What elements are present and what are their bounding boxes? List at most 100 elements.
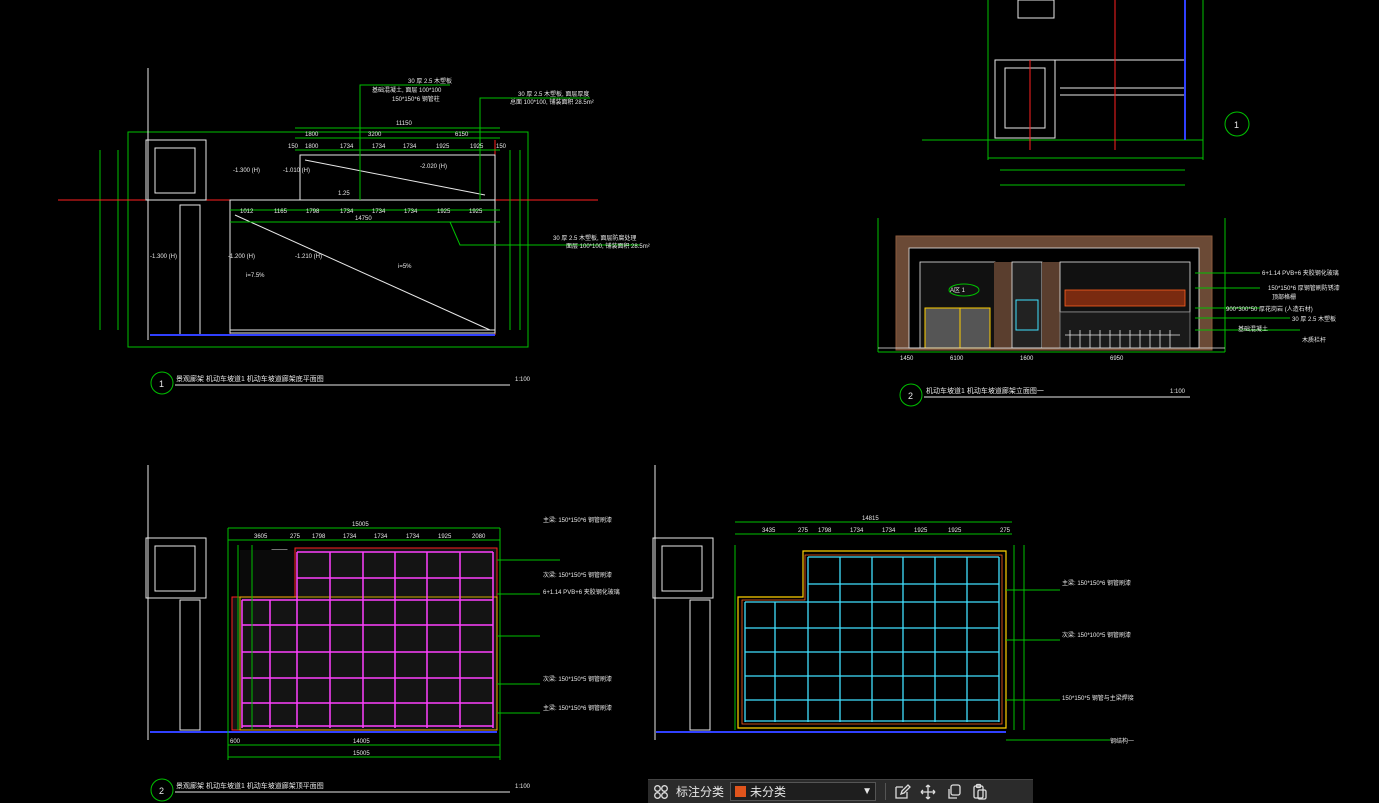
level-1: -1.300 (H) xyxy=(233,168,260,174)
elev-note-3: 顶部格栅 xyxy=(1272,293,1296,301)
note-top-4: 30 厚 2.5 木塑板, 面层厚度 xyxy=(518,90,589,98)
note-top-2: 基础混凝土, 面层 100*100 xyxy=(372,86,442,94)
roof-dim-e: 1734 xyxy=(374,534,388,540)
title-2-scale: 1:100 xyxy=(1170,389,1186,395)
struct-dim-c: 1798 xyxy=(818,528,832,534)
edit-icon[interactable] xyxy=(889,780,915,803)
chevron-down-icon: ▼ xyxy=(862,786,872,797)
elev-dim-c: 1600 xyxy=(1020,356,1034,362)
dim-overall: 11150 xyxy=(396,121,412,127)
title-1-text: 景观廊架 机动车坡道1 机动车坡道廊架底平面图 xyxy=(176,374,324,383)
dim-f: 1734 xyxy=(340,144,354,150)
toolbar-divider xyxy=(885,783,887,800)
roof-dim-f: 1734 xyxy=(406,534,420,540)
slope-1: i=7.5% xyxy=(246,273,265,279)
struct-note-2: 次梁: 150*100*5 钢管刷漆 xyxy=(1062,631,1131,639)
paste-icon[interactable] xyxy=(967,780,993,803)
struct-dim-b: 275 xyxy=(798,528,809,534)
struct-dim-f: 1925 xyxy=(914,528,928,534)
roof-dim-bottom1: 14005 xyxy=(353,739,370,745)
level-3: -2.020 (H) xyxy=(420,164,447,170)
note-top-1: 30 厚 2.5 木塑板 xyxy=(408,77,452,85)
category-color-swatch xyxy=(735,786,747,797)
category-select[interactable]: 未分类 ▼ xyxy=(730,782,877,801)
roof-note-3: 6+1.14 PVB+6 夹胶钢化玻璃 xyxy=(543,588,620,596)
elev-mark: A区 1 xyxy=(950,287,966,294)
cad-drawing-canvas[interactable]: 11150 1800 3200 6150 150 1800 1734 1734 … xyxy=(0,0,1379,802)
elev-note-7: 木质栏杆 xyxy=(1302,336,1326,344)
elev-note-1: 6+1.14 PVB+6 夹胶钢化玻璃 xyxy=(1262,269,1339,277)
dim-mid-g: 1925 xyxy=(437,209,451,215)
dim-h: 1734 xyxy=(403,144,417,150)
annotation-toolbar: 标注分类 未分类 ▼ xyxy=(648,779,1033,803)
dim-b: 3200 xyxy=(368,132,382,138)
level-4: -1.300 (H) xyxy=(150,254,177,260)
roof-dim-d: 1734 xyxy=(343,534,357,540)
dim-d: 150 xyxy=(288,144,299,150)
struct-dim-h: 275 xyxy=(1000,528,1011,534)
dim-mid-a: 1012 xyxy=(240,209,254,215)
struct-note-4: 钢结构一 xyxy=(1110,737,1134,745)
dim-c: 6150 xyxy=(455,132,469,138)
dim-mid-overall: 14750 xyxy=(355,216,372,222)
level-6: -1.210 (H) xyxy=(295,254,322,260)
roof-dim-g: 1925 xyxy=(438,534,452,540)
struct-dim-a: 3435 xyxy=(762,528,776,534)
roof-dim-overall: 15005 xyxy=(352,522,369,528)
elev-dim-b: 6100 xyxy=(950,356,964,362)
roof-note-2: 次梁: 150*150*5 钢管刷漆 xyxy=(543,571,612,579)
note-right-1: 30 厚 2.5 木塑板, 面层防腐处理 xyxy=(553,234,636,242)
dim-j: 1925 xyxy=(470,144,484,150)
roof-dim-c: 1798 xyxy=(312,534,326,540)
grid-icon[interactable] xyxy=(648,780,674,803)
dim-e: 1800 xyxy=(305,144,319,150)
dim-i: 1925 xyxy=(436,144,450,150)
dim-g: 1734 xyxy=(372,144,386,150)
roof-dim-bottom2: 15005 xyxy=(353,751,370,757)
title-2-number: 2 xyxy=(908,391,913,401)
dim-mid-f: 1734 xyxy=(404,209,418,215)
title-3-scale: 1:100 xyxy=(515,784,531,790)
struct-dim-overall: 14815 xyxy=(862,516,879,522)
struct-note-1: 主梁: 150*150*6 钢管刷漆 xyxy=(1062,579,1131,587)
dim-k: 150 xyxy=(496,144,507,150)
title-3-number: 2 xyxy=(159,786,164,796)
note-right-2: 面层 100*100, 铺装面积 28.5m² xyxy=(566,242,650,250)
title-1-number: 1 xyxy=(159,379,164,389)
roof-dim-left: 600 xyxy=(230,739,241,745)
struct-note-3: 150*150*5 钢管与主梁焊接 xyxy=(1062,694,1134,702)
slope-2: i=5% xyxy=(398,264,412,270)
copy-icon[interactable] xyxy=(941,780,967,803)
title-3-text: 景观廊架 机动车坡道1 机动车坡道廊架顶平面图 xyxy=(176,781,324,790)
title-4-number: 1 xyxy=(1234,120,1239,130)
elev-note-4: 900*300*50 厚花岗岩 (人造石材) xyxy=(1226,305,1313,313)
annotation-category-label: 标注分类 xyxy=(676,785,725,799)
slope-3: 1.25 xyxy=(338,191,350,197)
dim-mid-b: 1165 xyxy=(274,209,288,215)
category-select-value: 未分类 xyxy=(750,785,787,799)
elev-dim-d: 6950 xyxy=(1110,356,1124,362)
roof-dim-h: 2080 xyxy=(472,534,486,540)
roof-note-4: 次梁: 150*150*5 钢管刷漆 xyxy=(543,675,612,683)
dim-mid-d: 1734 xyxy=(340,209,354,215)
elev-note-2: 150*150*6 厚钢管刷防锈漆 xyxy=(1268,284,1340,292)
dim-mid-e: 1734 xyxy=(372,209,386,215)
struct-dim-g: 1925 xyxy=(948,528,962,534)
struct-dim-e: 1734 xyxy=(882,528,896,534)
note-top-3: 150*150*6 钢管柱 xyxy=(392,95,440,103)
note-top-5: 总面 100*100, 铺装面积 28.5m² xyxy=(510,98,594,106)
roof-note-5: 主梁: 150*150*6 钢管刷漆 xyxy=(543,704,612,712)
roof-dim-b: 275 xyxy=(290,534,301,540)
roof-dim-a: 3605 xyxy=(254,534,268,540)
title-1-scale: 1:100 xyxy=(515,377,531,383)
move-icon[interactable] xyxy=(915,780,941,803)
elev-dim-a: 1450 xyxy=(900,356,914,362)
level-5: -1.200 (H) xyxy=(228,254,255,260)
dim-mid-c: 1798 xyxy=(306,209,320,215)
dim-a: 1800 xyxy=(305,132,319,138)
title-2-text: 机动车坡道1 机动车坡道廊架立面图一 xyxy=(926,386,1044,395)
roof-note-1: 主梁: 150*150*6 钢管刷漆 xyxy=(543,516,612,524)
struct-dim-d: 1734 xyxy=(850,528,864,534)
elev-note-5: 30 厚 2.5 木塑板 xyxy=(1292,315,1336,323)
level-2: -1.010 (H) xyxy=(283,168,310,174)
